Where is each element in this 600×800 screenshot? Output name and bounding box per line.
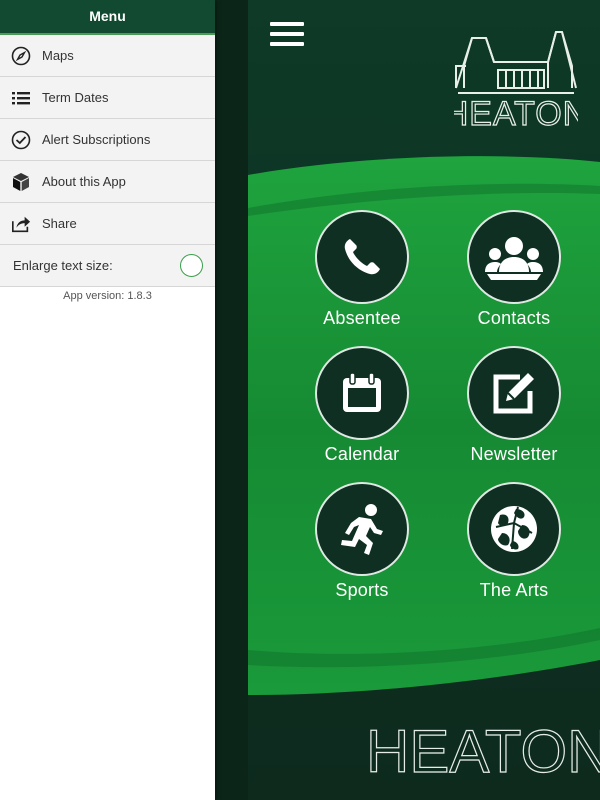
globe-icon	[491, 506, 537, 552]
tile-contacts[interactable]: Contacts	[454, 210, 574, 340]
menu-item-term-dates[interactable]: Term Dates	[0, 77, 215, 119]
compass-icon	[11, 46, 31, 66]
list-icon	[11, 88, 31, 108]
app-version: App version: 1.8.3	[63, 290, 152, 302]
menu-item-alert-subscriptions[interactable]: Alert Subscriptions	[0, 119, 215, 161]
tile-label: Newsletter	[470, 444, 558, 464]
enlarge-text-row: Enlarge text size:	[0, 245, 215, 287]
check-circle-icon	[11, 130, 31, 150]
footer-wordmark: HEATON	[366, 718, 600, 780]
phone-icon	[344, 239, 380, 275]
edit-icon	[493, 373, 534, 414]
tile-label: Sports	[335, 580, 389, 600]
tile-absentee[interactable]: Absentee	[302, 210, 422, 340]
people-icon	[485, 237, 543, 280]
logo-wordmark: HEATON	[454, 95, 578, 132]
enlarge-text-label: Enlarge text size:	[13, 258, 113, 273]
app-panel-edge	[215, 0, 248, 800]
tile-newsletter[interactable]: Newsletter	[454, 346, 574, 476]
calendar-icon	[343, 372, 381, 412]
running-icon	[341, 504, 383, 555]
school-logo: HEATON	[454, 31, 578, 132]
side-drawer: Menu Maps Term Dates Alert Subscriptions…	[0, 0, 215, 800]
tile-the-arts[interactable]: The Arts	[454, 482, 574, 612]
tile-sports[interactable]: Sports	[302, 482, 422, 612]
menu-item-maps[interactable]: Maps	[0, 35, 215, 77]
tile-label: Calendar	[324, 444, 400, 464]
cube-icon	[11, 172, 31, 192]
tile-label: Contacts	[477, 308, 551, 328]
menu-item-about-this-app[interactable]: About this App	[0, 161, 215, 203]
tile-calendar[interactable]: Calendar	[302, 346, 422, 476]
drawer-title: Menu	[0, 0, 215, 35]
menu-item-share[interactable]: Share	[0, 203, 215, 245]
tile-label: The Arts	[479, 580, 549, 600]
enlarge-text-toggle[interactable]	[180, 254, 203, 277]
hamburger-menu-button[interactable]	[270, 22, 304, 48]
share-icon	[11, 214, 31, 234]
tile-label: Absentee	[323, 308, 401, 328]
footer-logo: HEATON	[366, 717, 600, 780]
